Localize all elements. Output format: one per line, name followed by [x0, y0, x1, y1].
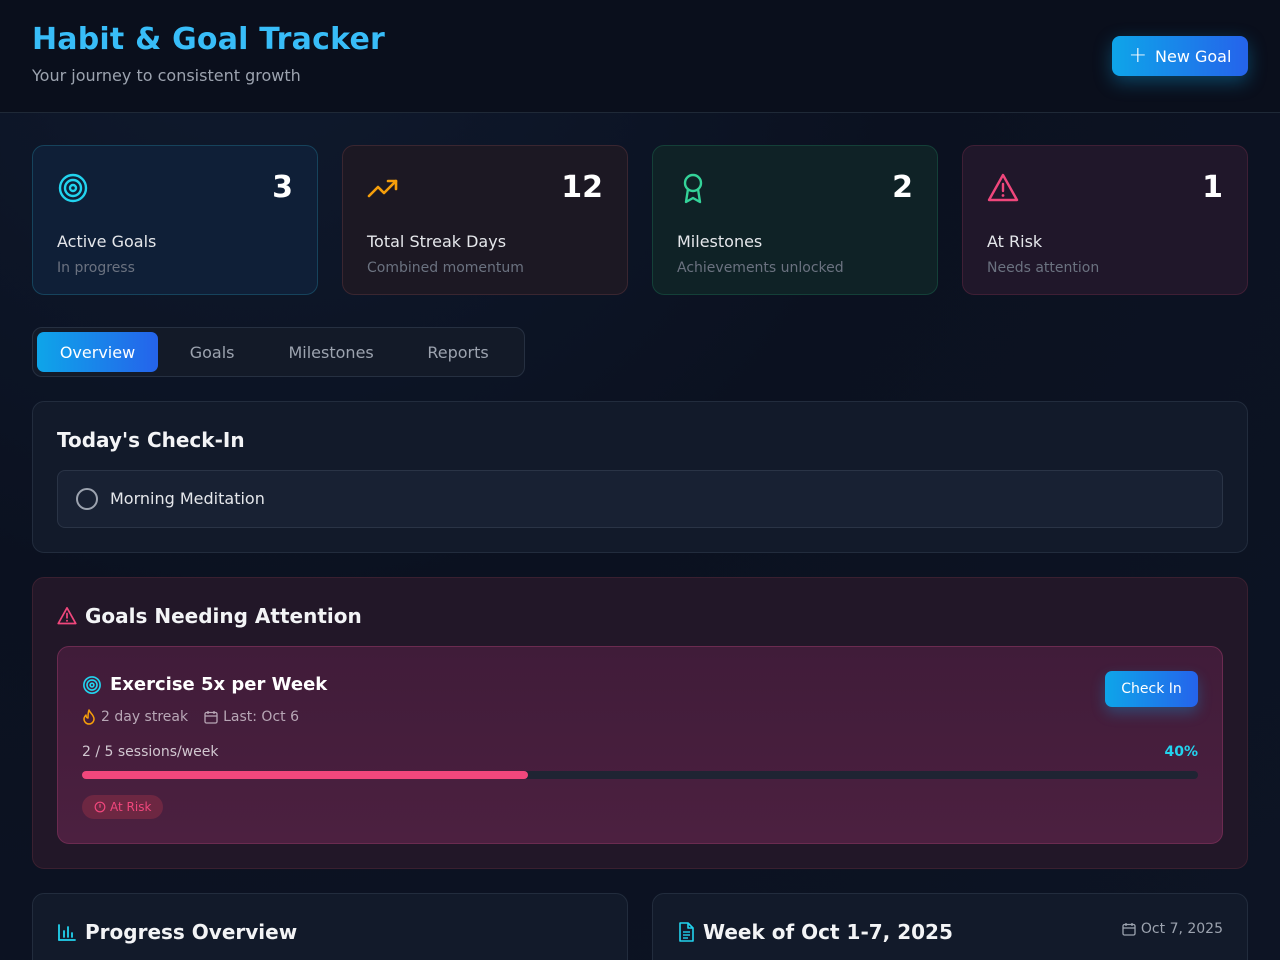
attention-heading: Goals Needing Attention [57, 604, 362, 628]
attention-title: Goals Needing Attention [85, 604, 362, 628]
stat-card-active-goals: 3 Active Goals In progress [32, 145, 318, 295]
progress-bar [82, 771, 1198, 779]
progress-percent: 40% [1164, 744, 1198, 760]
app-subtitle: Your journey to consistent growth [32, 66, 301, 85]
stat-card-streak-days: 12 Total Streak Days Combined momentum [342, 145, 628, 295]
app-header: Habit & Goal Tracker Your journey to con… [0, 0, 1280, 113]
app-title: Habit & Goal Tracker [32, 22, 385, 57]
weekly-report-panel: Week of Oct 1-7, 2025 Oct 7, 2025 [652, 893, 1248, 960]
progress-overview-heading: Progress Overview [57, 920, 297, 944]
checkin-title: Today's Check-In [57, 428, 245, 452]
stat-sublabel: Needs attention [987, 260, 1100, 276]
stat-label: At Risk [987, 232, 1043, 251]
habit-checkbox[interactable] [76, 488, 98, 510]
plus-icon: + [1128, 43, 1147, 68]
new-goal-label: New Goal [1155, 46, 1232, 66]
calendar-icon [1122, 923, 1136, 936]
streak-meta: 2 day streak [82, 709, 188, 725]
stat-card-milestones: 2 Milestones Achievements unlocked [652, 145, 938, 295]
stat-value: 12 [561, 170, 603, 205]
check-in-button[interactable]: Check In [1105, 671, 1198, 707]
status-badge: At Risk [82, 795, 164, 819]
habit-name: Morning Meditation [110, 489, 265, 508]
stat-card-at-risk: 1 At Risk Needs attention [962, 145, 1248, 295]
stat-label: Total Streak Days [367, 232, 507, 251]
stat-label: Active Goals [57, 232, 157, 251]
bar-chart-icon [58, 924, 76, 941]
streak-text: 2 day streak [101, 709, 189, 725]
stat-sublabel: Achievements unlocked [677, 260, 844, 276]
report-date-text: Oct 7, 2025 [1140, 921, 1223, 937]
stat-sublabel: In progress [57, 260, 135, 276]
tab-goals[interactable]: Goals [158, 332, 266, 372]
stat-value: 2 [892, 170, 913, 205]
clock-icon [94, 801, 106, 813]
stat-sublabel: Combined momentum [367, 260, 524, 276]
progress-overview-title: Progress Overview [85, 920, 298, 944]
award-icon [683, 173, 703, 204]
stat-value: 3 [272, 170, 293, 205]
main-tabs: Overview Goals Milestones Reports [32, 327, 525, 377]
alert-triangle-icon [987, 173, 1019, 202]
calendar-icon [204, 711, 218, 724]
target-icon [58, 173, 88, 203]
target-icon [83, 675, 101, 694]
last-checkin-text: Last: Oct 6 [223, 709, 299, 725]
goal-name-row: Exercise 5x per Week [82, 674, 327, 695]
todays-checkin-panel: Today's Check-In Morning Meditation [32, 401, 1248, 553]
goal-meta: 2 day streak Last: Oct 6 [82, 709, 299, 725]
status-text: At Risk [110, 800, 152, 814]
habit-row[interactable]: Morning Meditation [57, 470, 1223, 528]
tab-milestones[interactable]: Milestones [266, 332, 396, 372]
progress-label: 2 / 5 sessions/week [82, 744, 219, 760]
tab-reports[interactable]: Reports [396, 332, 520, 372]
weekly-report-heading: Week of Oct 1-7, 2025 [677, 920, 953, 944]
goal-card: Exercise 5x per Week 2 day streak Last: … [57, 646, 1223, 844]
document-icon [679, 922, 694, 942]
goals-attention-panel: Goals Needing Attention Exercise 5x per … [32, 577, 1248, 869]
new-goal-button[interactable]: + New Goal [1112, 36, 1248, 76]
weekly-report-title: Week of Oct 1-7, 2025 [703, 920, 953, 944]
progress-overview-panel: Progress Overview [32, 893, 628, 960]
goal-name: Exercise 5x per Week [110, 674, 328, 695]
trending-up-icon [367, 179, 398, 198]
progress-bar-fill [82, 771, 529, 779]
alert-triangle-icon [57, 607, 77, 625]
tab-overview[interactable]: Overview [37, 332, 158, 372]
stat-value: 1 [1202, 170, 1223, 205]
stat-label: Milestones [677, 232, 763, 251]
last-checkin-meta: Last: Oct 6 [204, 709, 299, 725]
report-date: Oct 7, 2025 [1122, 921, 1223, 937]
flame-icon [83, 709, 95, 725]
